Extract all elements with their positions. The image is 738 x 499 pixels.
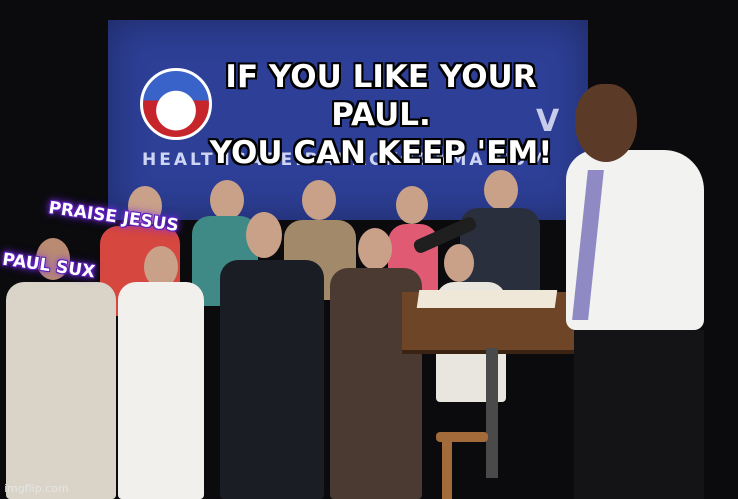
podium-papers	[416, 290, 558, 308]
audience-head	[484, 170, 518, 210]
imgflip-watermark: imgflip.com	[4, 482, 69, 495]
stool-seat	[436, 432, 488, 442]
stool-leg	[442, 442, 452, 499]
audience-member	[220, 260, 324, 499]
caption-line-1: IF YOU LIKE YOUR PAUL.	[225, 59, 537, 133]
podium-pole	[486, 348, 498, 478]
audience-member	[118, 282, 204, 499]
audience-head	[358, 228, 392, 270]
audience-head	[396, 186, 428, 224]
meme-caption: IF YOU LIKE YOUR PAUL. YOU CAN KEEP 'EM!	[176, 58, 586, 172]
audience-head	[444, 244, 474, 282]
audience-head	[302, 180, 336, 220]
audience-head	[210, 180, 244, 220]
audience-member	[6, 282, 116, 499]
speaker-pants	[574, 330, 704, 499]
audience-head	[246, 212, 282, 258]
caption-line-2: YOU CAN KEEP 'EM!	[209, 135, 553, 171]
